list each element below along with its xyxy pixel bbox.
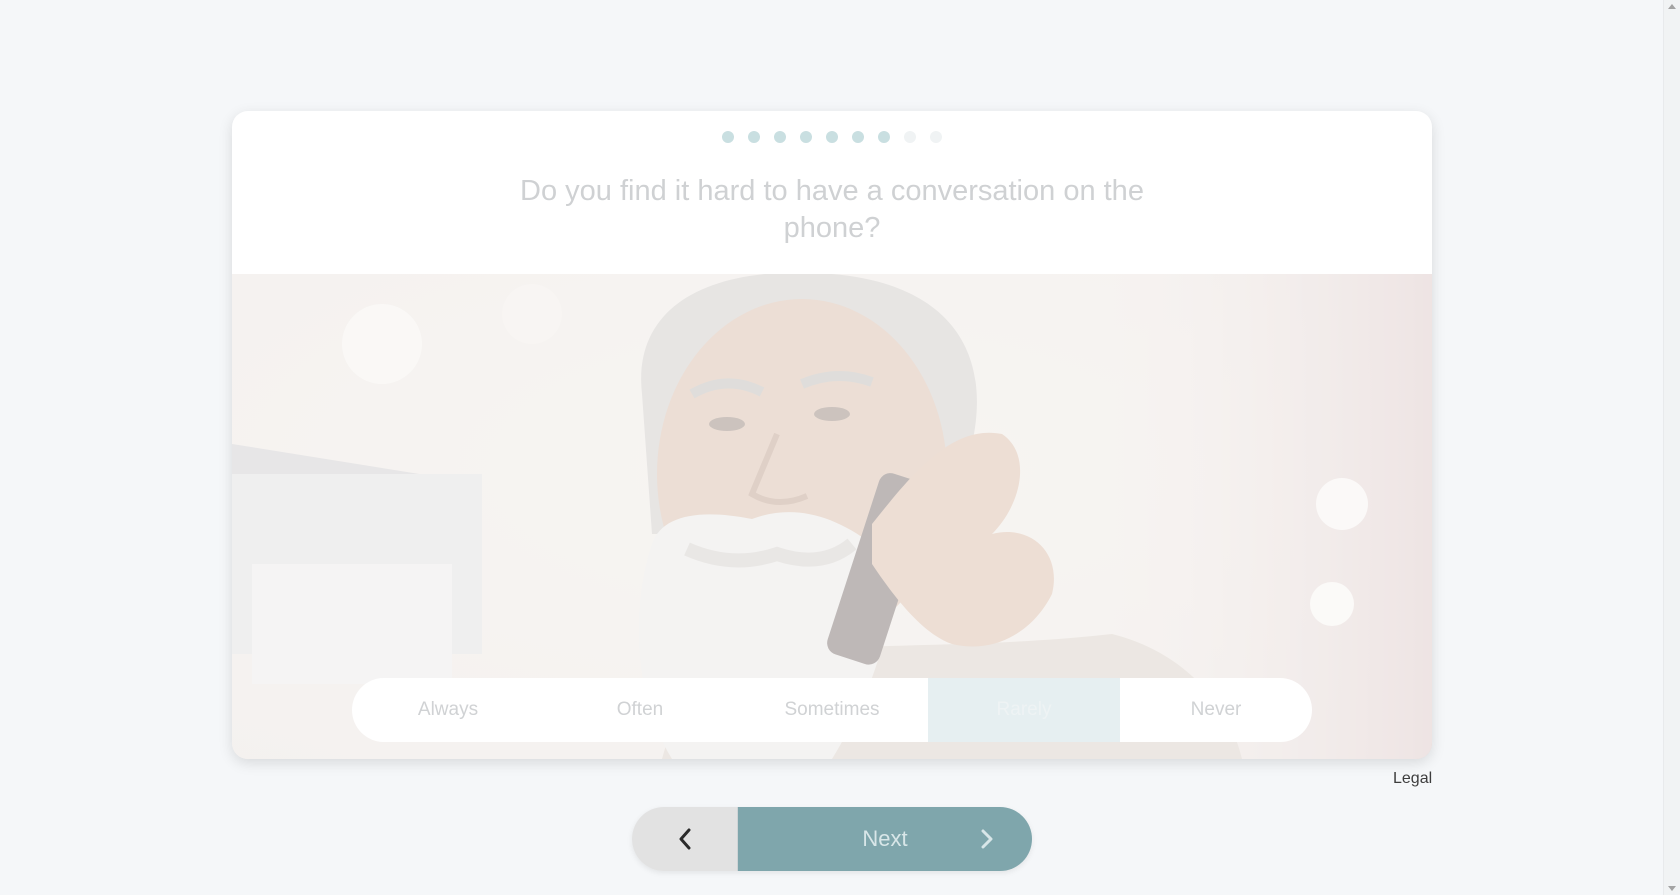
progress-dot: [878, 131, 890, 143]
scroll-down-arrow-icon[interactable]: [1668, 886, 1676, 891]
progress-dot: [800, 131, 812, 143]
legal-link[interactable]: Legal: [1393, 770, 1432, 788]
progress-dot: [826, 131, 838, 143]
chevron-left-icon: [679, 828, 690, 850]
next-button-label: Next: [862, 826, 908, 851]
option-always[interactable]: Always: [352, 678, 544, 742]
option-never[interactable]: Never: [1120, 678, 1312, 742]
navigation-controls: Next: [632, 807, 1032, 871]
progress-dot: [748, 131, 760, 143]
progress-dots: [232, 131, 1432, 143]
question-card: Do you find it hard to have a conversati…: [232, 111, 1432, 759]
progress-dot: [904, 131, 916, 143]
back-button[interactable]: [632, 807, 738, 871]
vertical-scrollbar[interactable]: [1663, 0, 1680, 895]
progress-dot: [722, 131, 734, 143]
page: Do you find it hard to have a conversati…: [0, 0, 1663, 895]
chevron-right-icon: [981, 829, 993, 849]
option-rarely[interactable]: Rarely: [928, 678, 1120, 742]
scroll-up-arrow-icon[interactable]: [1668, 4, 1676, 9]
progress-dot: [774, 131, 786, 143]
question-text: Do you find it hard to have a conversati…: [520, 175, 1144, 244]
answer-options: Always Often Sometimes Rarely Never: [352, 678, 1312, 742]
option-sometimes[interactable]: Sometimes: [736, 678, 928, 742]
progress-dot: [930, 131, 942, 143]
option-often[interactable]: Often: [544, 678, 736, 742]
next-button[interactable]: Next: [738, 807, 1032, 871]
progress-dot: [852, 131, 864, 143]
